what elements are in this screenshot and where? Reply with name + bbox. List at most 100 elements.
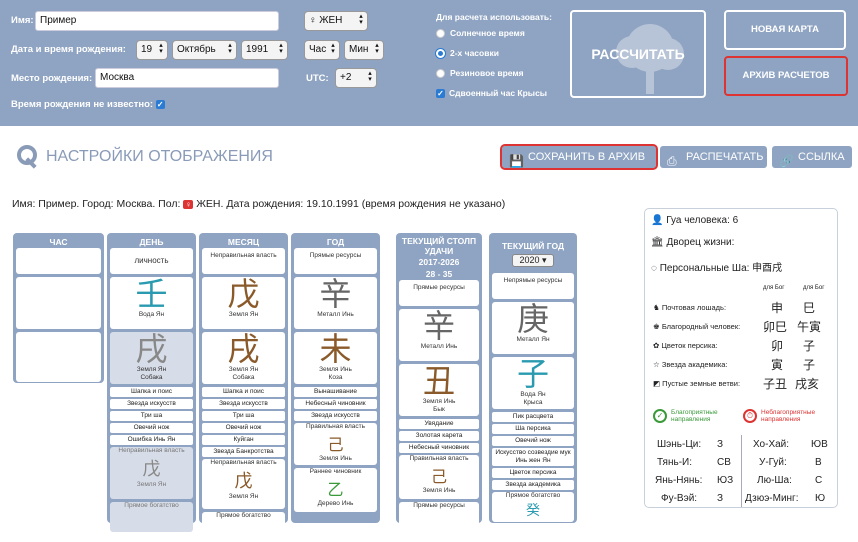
month-hidden-cell: Неправильная власть 戊 Земля Ян (202, 459, 285, 509)
cy-tag: Цветок персика (492, 468, 574, 478)
display-settings-title[interactable]: НАСТРОЙКИ ОТОБРАЖЕНИЯ (46, 148, 273, 166)
gender-select[interactable]: ♀ ЖЕН (304, 11, 368, 31)
new-card-button[interactable]: НОВАЯ КАРТА (724, 10, 846, 50)
month-branch: 戌 (227, 332, 260, 368)
star-name: Цветок персика: (661, 341, 718, 350)
option-2h[interactable]: 2-х часовки (436, 48, 499, 59)
radio-solar[interactable] (436, 29, 445, 39)
calculate-label: РАССЧИТАТЬ (591, 46, 685, 62)
place-input[interactable]: Москва (95, 68, 279, 88)
hour-select[interactable]: Час (304, 40, 340, 60)
top-form-panel: Имя: Пример ♀ ЖЕН Дата и время рождения:… (0, 0, 858, 126)
month-column: МЕСЯЦ Неправильная власть 戊 Земля Ян 戌 Зем… (199, 233, 288, 542)
unknown-time-checkbox[interactable]: ✓ (155, 99, 165, 109)
day-branch-label2: Собака (140, 374, 163, 381)
star-row: ♞ Почтовая лошадь: (653, 303, 726, 312)
luck-pillar-column: ТЕКУЩИЙ СТОЛП УДАЧИ 2017-2026 28 - 35 Пр… (396, 233, 482, 526)
floppy-icon: 💾 (509, 154, 524, 168)
direction-name: Лю-Ша: (757, 475, 792, 486)
direction-name: Янь-Нянь: (655, 475, 703, 486)
month-hidden-role2: Прямое богатство (216, 512, 271, 519)
option-rat[interactable]: ✓ Сдвоенный час Крысы (436, 88, 548, 99)
radio-rubber[interactable] (436, 69, 445, 79)
month-tag: Овечий нож (202, 423, 285, 433)
link-icon: 🔗 (779, 154, 794, 168)
calc-use-label: Для расчета использовать: (436, 12, 552, 22)
hour-role-cell (16, 248, 101, 274)
year-select[interactable]: 1991 (241, 40, 288, 60)
day-select[interactable]: 19 (136, 40, 168, 60)
cy-stem: 庚 (516, 302, 549, 338)
utc-select[interactable]: +2 (335, 68, 377, 88)
star-value-a: 卯巳 (763, 320, 788, 334)
hour-branch-cell (16, 332, 101, 382)
luck-hidden-label: Земля Инь (422, 487, 456, 494)
radio-2h[interactable] (436, 49, 445, 59)
current-year-header: ТЕКУЩИЙ ГОД (501, 241, 565, 251)
option-2h-label: 2-х часовки (450, 48, 499, 58)
year-stem-label: Металл Инь (317, 311, 354, 318)
archive-button[interactable]: АРХИВ РАСЧЕТОВ (724, 56, 848, 96)
star-value-b: 子 (803, 358, 816, 372)
palace-text: Дворец жизни: (666, 237, 735, 248)
luck-stem-label: Металл Инь (420, 343, 458, 350)
year-hidden-label: Земля Инь (319, 455, 352, 462)
month-branch-label2: Собака (232, 374, 255, 381)
calculate-button[interactable]: РАССЧИТАТЬ (570, 10, 706, 98)
option-rat-label: Сдвоенный час Крысы (449, 88, 548, 98)
year-hidden-stem2: 乙 (327, 480, 344, 499)
day-branch: 戌 (135, 332, 168, 368)
link-button[interactable]: 🔗 ССЫЛКА (772, 146, 852, 168)
summary-suffix: ЖЕН. Дата рождения: 19.10.1991 (время ро… (196, 198, 506, 210)
month-header: МЕСЯЦ (227, 237, 260, 247)
print-button[interactable]: ⎙ РАСПЕЧАТАТЬ (660, 146, 767, 168)
year-tag: Вынашивание (294, 387, 377, 397)
day-tag: Ошибка Инь Ян (110, 435, 193, 445)
luck-years: 2017-2026 (418, 257, 460, 267)
day-role: личность (110, 248, 193, 274)
luck-branch-label2: Бык (433, 406, 445, 413)
luck-branch-cell: 丑 Земля Инь Бык (399, 364, 479, 416)
month-hidden-role: Неправильная власть (210, 459, 277, 466)
option-rubber[interactable]: Резиновое время (436, 68, 524, 79)
empty-branch-icon: ◩ (653, 379, 663, 388)
month-hidden-cell2: Прямое богатство (202, 512, 285, 542)
luck-role: Прямые ресурсы (399, 280, 479, 306)
cy-branch-label1: Вода Ян (520, 391, 546, 398)
month-select[interactable]: Октябрь (172, 40, 237, 60)
bad-directions-label: Неблагоприятные направления (761, 409, 816, 423)
star-value-b: 子 (803, 339, 816, 353)
gua-row: 👤 Гуа человека: 6 (651, 215, 738, 226)
option-solar[interactable]: Солнечное время (436, 28, 525, 39)
link-label: ССЫЛКА (798, 151, 845, 163)
minute-select[interactable]: Мин (344, 40, 384, 60)
day-hidden-role2: Прямое богатство (124, 502, 179, 509)
name-input[interactable]: Пример (35, 11, 279, 31)
current-year-select[interactable]: 2020 ▾ (512, 254, 554, 267)
person-icon: 👤 (651, 215, 667, 226)
noble-icon: ♚ (653, 322, 662, 331)
summary-line: Имя: Пример. Город: Москва. Пол: ♀ ЖЕН. … (12, 198, 505, 210)
direction-value: ЮЗ (717, 475, 734, 486)
luck-hidden-role2: Прямые ресурсы (413, 502, 465, 509)
year-column: ГОД Прямые ресурсы 辛 Металл Инь 未 Земля Ин… (291, 233, 380, 523)
checkbox-rat[interactable]: ✓ (436, 89, 445, 99)
col1-header: для Бог (763, 285, 785, 291)
star-value-b: 巳 (803, 301, 816, 315)
cy-hidden-cell: Прямое богатство 癸 (492, 492, 574, 522)
bad-directions-icon: ⏱ (743, 409, 757, 423)
good-directions-icon: ✓ (653, 409, 667, 423)
day-hidden-cell: Неправильная власть 戊 Земля Ян (110, 447, 193, 499)
year-role: Прямые ресурсы (294, 248, 377, 274)
settings-tools-icon[interactable] (15, 143, 41, 169)
place-label: Место рождения: (11, 73, 93, 84)
cy-hidden-stem: 癸 (526, 503, 540, 519)
month-role: Неправильная власть (202, 248, 285, 274)
day-tag: Три ша (110, 411, 193, 421)
day-tag: Звезда искусств (110, 399, 193, 409)
star-row: ♚ Благородный человек: (653, 322, 740, 331)
luck-stem-cell: 辛 Металл Инь (399, 309, 479, 361)
save-archive-button[interactable]: 💾 СОХРАНИТЬ В АРХИВ (500, 144, 658, 170)
month-hidden-label: Земля Ян (228, 493, 259, 500)
utc-label: UTC: (306, 73, 329, 84)
